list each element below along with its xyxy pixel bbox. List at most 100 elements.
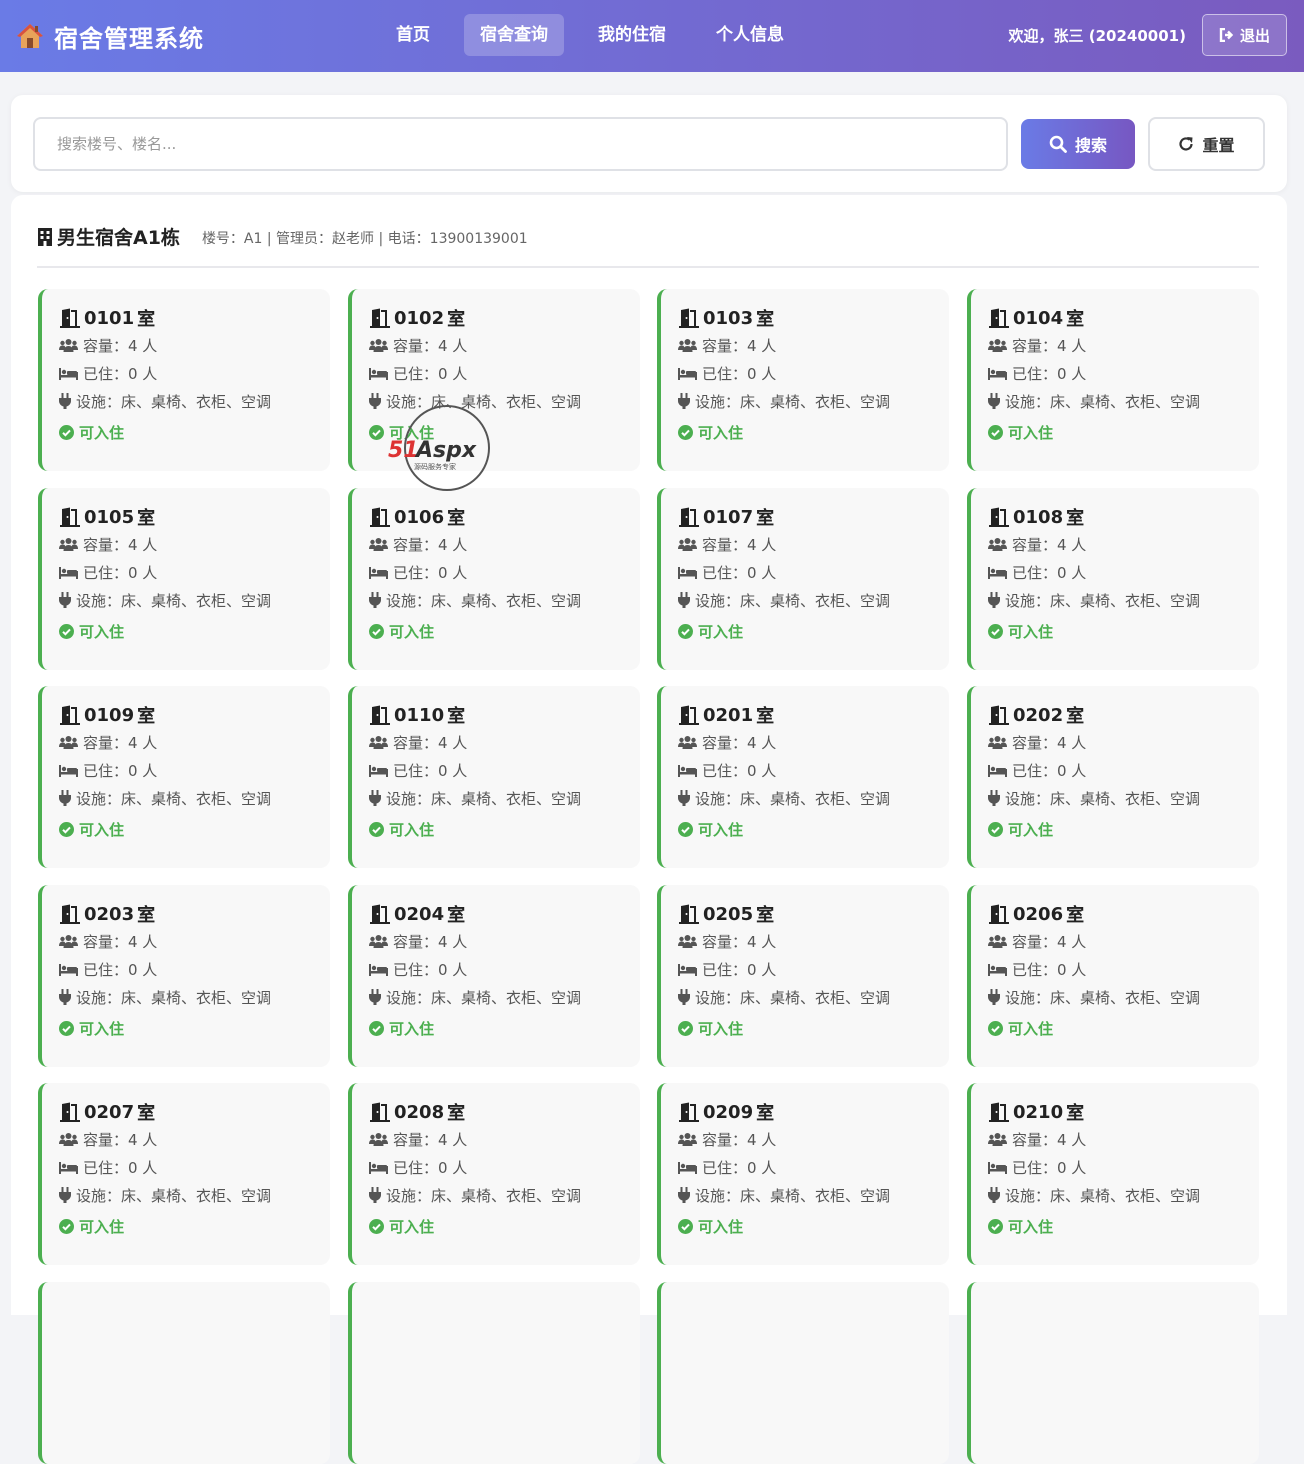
reset-button[interactable]: 重置 (1148, 117, 1265, 171)
room-capacity: 容量：4 人 (988, 331, 1259, 359)
room-card[interactable]: 0106 室容量：4 人已住：0 人设施：床、桌椅、衣柜、空调 可入住 (348, 488, 640, 670)
check-circle-icon (369, 822, 384, 837)
door-icon (370, 507, 390, 527)
door-icon (989, 308, 1009, 328)
check-circle-icon (678, 1219, 693, 1234)
room-facilities: 设施：床、桌椅、衣柜、空调 (59, 1181, 330, 1209)
room-suffix: 室 (447, 508, 466, 529)
room-facilities: 设施：床、桌椅、衣柜、空调 (369, 586, 640, 614)
room-occupied: 已住：0 人 (988, 359, 1259, 387)
occupied-text: 已住：0 人 (393, 364, 468, 383)
bed-icon (678, 963, 697, 976)
nav-link-my-dorm[interactable]: 我的住宿 (582, 14, 682, 56)
nav-link-home[interactable]: 首页 (380, 14, 446, 56)
check-circle-icon (988, 1219, 1003, 1234)
room-title: 0109 室 (59, 702, 330, 728)
room-card[interactable] (348, 1282, 640, 1464)
door-icon (679, 308, 699, 328)
room-card[interactable]: 0105 室容量：4 人已住：0 人设施：床、桌椅、衣柜、空调 可入住 (38, 488, 330, 670)
plug-icon (678, 592, 690, 608)
users-icon (369, 1133, 388, 1146)
capacity-text: 容量：4 人 (1012, 1130, 1087, 1149)
search-button-label: 搜索 (1074, 138, 1107, 155)
room-status-badge: 可入住 (678, 422, 949, 443)
bed-icon (59, 963, 78, 976)
room-card[interactable]: 0109 室容量：4 人已住：0 人设施：床、桌椅、衣柜、空调 可入住 (38, 686, 330, 868)
room-number: 0204 (394, 903, 445, 925)
brand[interactable]: 宿舍管理系统 (16, 19, 376, 54)
room-card[interactable] (657, 1282, 949, 1464)
capacity-text: 容量：4 人 (393, 535, 468, 554)
room-facilities: 设施：床、桌椅、衣柜、空调 (59, 586, 330, 614)
status-text: 可入住 (1008, 424, 1054, 442)
room-title: 0207 室 (59, 1099, 330, 1125)
facilities-text: 设施：床、桌椅、衣柜、空调 (386, 591, 582, 610)
occupied-text: 已住：0 人 (83, 563, 158, 582)
facilities-text: 设施：床、桌椅、衣柜、空调 (1005, 591, 1201, 610)
room-card[interactable] (967, 1282, 1259, 1464)
door-icon (989, 1102, 1009, 1122)
room-card[interactable]: 0203 室容量：4 人已住：0 人设施：床、桌椅、衣柜、空调 可入住 (38, 885, 330, 1067)
room-facilities: 设施：床、桌椅、衣柜、空调 (988, 1181, 1259, 1209)
room-facilities: 设施：床、桌椅、衣柜、空调 (988, 586, 1259, 614)
room-status-badge: 可入住 (59, 1018, 330, 1039)
room-suffix: 室 (447, 706, 466, 727)
room-capacity: 容量：4 人 (369, 331, 640, 359)
room-suffix: 室 (447, 1103, 466, 1124)
room-occupied: 已住：0 人 (369, 955, 640, 983)
building-title: 男生宿舍A1栋 (37, 223, 180, 250)
room-card[interactable]: 0208 室容量：4 人已住：0 人设施：床、桌椅、衣柜、空调 可入住 (348, 1083, 640, 1265)
room-card[interactable] (38, 1282, 330, 1464)
plug-icon (59, 1187, 71, 1203)
room-card[interactable]: 0102 室容量：4 人已住：0 人设施：床、桌椅、衣柜、空调 可入住 (348, 289, 640, 471)
facilities-text: 设施：床、桌椅、衣柜、空调 (76, 789, 272, 808)
room-card[interactable]: 0210 室容量：4 人已住：0 人设施：床、桌椅、衣柜、空调 可入住 (967, 1083, 1259, 1265)
users-icon (59, 538, 78, 551)
check-circle-icon (369, 624, 384, 639)
plug-icon (59, 989, 71, 1005)
room-occupied: 已住：0 人 (59, 359, 330, 387)
bed-icon (678, 1161, 697, 1174)
room-status-badge: 可入住 (988, 1216, 1259, 1237)
nav-link-dorm-search[interactable]: 宿舍查询 (464, 14, 564, 56)
room-card[interactable]: 0204 室容量：4 人已住：0 人设施：床、桌椅、衣柜、空调 可入住 (348, 885, 640, 1067)
room-card[interactable]: 0104 室容量：4 人已住：0 人设施：床、桌椅、衣柜、空调 可入住 (967, 289, 1259, 471)
room-card[interactable]: 0206 室容量：4 人已住：0 人设施：床、桌椅、衣柜、空调 可入住 (967, 885, 1259, 1067)
facilities-text: 设施：床、桌椅、衣柜、空调 (695, 988, 891, 1007)
room-card[interactable]: 0103 室容量：4 人已住：0 人设施：床、桌椅、衣柜、空调 可入住 (657, 289, 949, 471)
room-suffix: 室 (447, 905, 466, 926)
plug-icon (988, 790, 1000, 806)
room-number: 0209 (703, 1101, 754, 1123)
bed-icon (988, 566, 1007, 579)
search-input[interactable] (33, 117, 1008, 171)
occupied-text: 已住：0 人 (702, 761, 777, 780)
room-card[interactable]: 0202 室容量：4 人已住：0 人设施：床、桌椅、衣柜、空调 可入住 (967, 686, 1259, 868)
nav-link-profile[interactable]: 个人信息 (700, 14, 800, 56)
users-icon (59, 1133, 78, 1146)
room-card[interactable]: 0201 室容量：4 人已住：0 人设施：床、桌椅、衣柜、空调 可入住 (657, 686, 949, 868)
room-capacity: 容量：4 人 (678, 927, 949, 955)
room-card[interactable]: 0107 室容量：4 人已住：0 人设施：床、桌椅、衣柜、空调 可入住 (657, 488, 949, 670)
occupied-text: 已住：0 人 (1012, 960, 1087, 979)
room-card[interactable]: 0205 室容量：4 人已住：0 人设施：床、桌椅、衣柜、空调 可入住 (657, 885, 949, 1067)
facilities-text: 设施：床、桌椅、衣柜、空调 (1005, 789, 1201, 808)
plug-icon (59, 393, 71, 409)
room-card[interactable]: 0108 室容量：4 人已住：0 人设施：床、桌椅、衣柜、空调 可入住 (967, 488, 1259, 670)
room-card[interactable]: 0209 室容量：4 人已住：0 人设施：床、桌椅、衣柜、空调 可入住 (657, 1083, 949, 1265)
door-icon (679, 904, 699, 924)
room-capacity: 容量：4 人 (59, 1125, 330, 1153)
room-card[interactable]: 0207 室容量：4 人已住：0 人设施：床、桌椅、衣柜、空调 可入住 (38, 1083, 330, 1265)
logout-button[interactable]: 退出 (1201, 14, 1287, 56)
room-title: 0101 室 (59, 305, 330, 331)
occupied-text: 已住：0 人 (393, 761, 468, 780)
room-card[interactable]: 0110 室容量：4 人已住：0 人设施：床、桌椅、衣柜、空调 可入住 (348, 686, 640, 868)
room-status-badge: 可入住 (678, 1018, 949, 1039)
facilities-text: 设施：床、桌椅、衣柜、空调 (76, 591, 272, 610)
occupied-text: 已住：0 人 (702, 364, 777, 383)
room-capacity: 容量：4 人 (59, 530, 330, 558)
status-text: 可入住 (1008, 1218, 1054, 1236)
plug-icon (369, 989, 381, 1005)
search-button[interactable]: 搜索 (1021, 119, 1135, 169)
room-card[interactable]: 0101 室容量：4 人已住：0 人设施：床、桌椅、衣柜、空调 可入住 (38, 289, 330, 471)
status-text: 可入住 (698, 623, 744, 641)
